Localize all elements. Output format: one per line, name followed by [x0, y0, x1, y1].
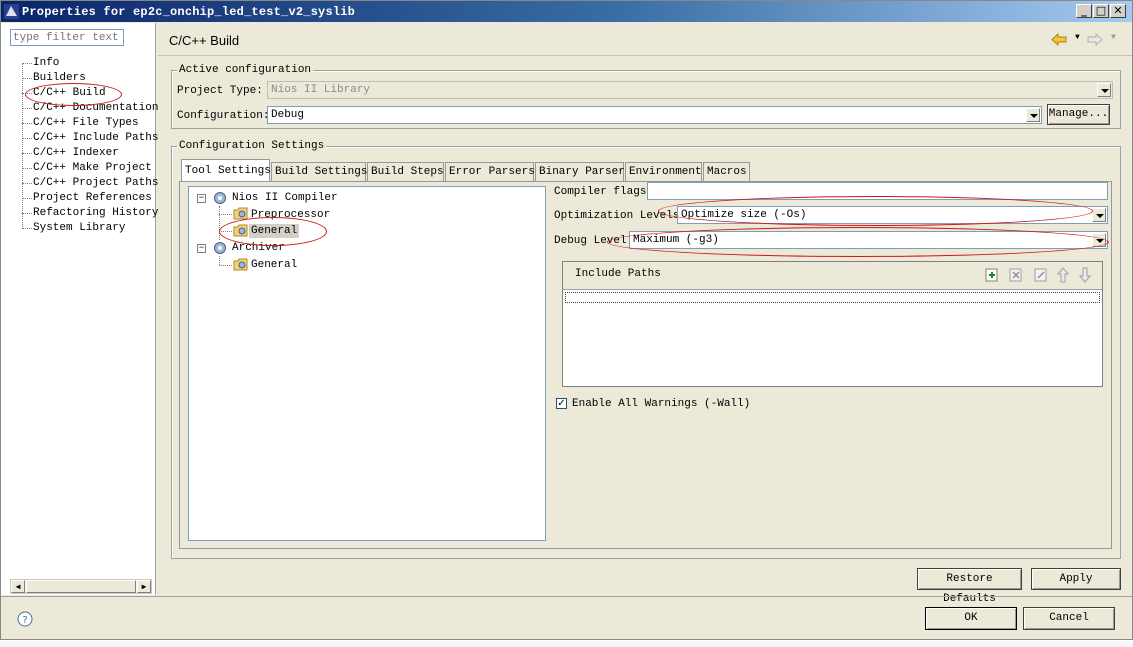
apply-button[interactable]: Apply [1031, 568, 1121, 590]
forward-arrow-icon[interactable] [1087, 33, 1103, 46]
add-icon[interactable] [985, 268, 999, 282]
project-type-combo[interactable]: Nios II Library [267, 81, 1113, 99]
close-button[interactable]: ✕ [1110, 4, 1126, 18]
configuration-value: Debug [271, 109, 305, 121]
annotation-oval-build [25, 83, 122, 106]
sidebar-item-c-c-file-types[interactable]: C/C++ File Types [33, 117, 139, 129]
chevron-down-icon[interactable] [1097, 83, 1111, 97]
restore-defaults-button[interactable]: Restore Defaults [917, 568, 1022, 605]
manage-button[interactable]: Manage... [1047, 104, 1110, 125]
tab-binary-parser[interactable]: Binary Parser [535, 162, 625, 181]
page-title: C/C++ Build [169, 33, 240, 48]
move-up-icon[interactable] [1057, 267, 1069, 283]
delete-icon[interactable] [1009, 268, 1023, 282]
maximize-button[interactable]: □ [1093, 4, 1109, 18]
include-paths-header: Include Paths [563, 262, 1102, 290]
enable-warnings-checkbox[interactable]: ✓ [556, 398, 567, 409]
back-arrow-icon[interactable] [1051, 33, 1067, 46]
active-configuration-label: Active configuration [177, 64, 314, 76]
cancel-button[interactable]: Cancel [1023, 607, 1115, 630]
ok-button[interactable]: OK [925, 607, 1017, 630]
sidebar-item-c-c-include-paths[interactable]: C/C++ Include Paths [33, 132, 158, 144]
sidebar: InfoBuildersC/C++ BuildC/C++ Documentati… [1, 23, 158, 595]
annotation-oval-debug-level [607, 227, 1109, 257]
gear-icon [214, 192, 226, 204]
sidebar-item-c-c-project-paths[interactable]: C/C++ Project Paths [33, 177, 158, 189]
desktop-strip [0, 641, 1133, 647]
sidebar-item-c-c-indexer[interactable]: C/C++ Indexer [33, 147, 119, 159]
sidebar-item-refactoring-history[interactable]: Refactoring History [33, 207, 158, 219]
chevron-down-icon[interactable] [1026, 108, 1040, 122]
sidebar-item-c-c-make-project[interactable]: C/C++ Make Project [33, 162, 152, 174]
back-dropdown-icon[interactable]: ▼ [1075, 33, 1080, 42]
tab-macros[interactable]: Macros [703, 162, 750, 181]
minimize-button[interactable]: _ [1076, 4, 1092, 18]
tab-error-parsers[interactable]: Error Parsers [445, 162, 535, 181]
window-title: Properties for ep2c_onchip_led_test_v2_s… [22, 5, 356, 19]
tab-build-steps[interactable]: Build Steps [367, 162, 444, 181]
tab-tool-settings[interactable]: Tool Settings [181, 159, 271, 182]
project-type-value: Nios II Library [271, 84, 371, 96]
properties-dialog: Properties for ep2c_onchip_led_test_v2_s… [0, 0, 1133, 640]
help-icon[interactable]: ? [17, 611, 33, 627]
tree-item-nios-compiler[interactable]: Nios II Compiler [232, 192, 338, 204]
tab-environment[interactable]: Environment [625, 162, 702, 181]
eclipse-app-icon [4, 4, 19, 19]
annotation-oval-optimization [658, 196, 1093, 226]
scroll-right-icon[interactable]: ▶ [137, 580, 151, 593]
move-down-icon[interactable] [1079, 267, 1091, 283]
include-paths-list-row[interactable] [565, 292, 1100, 303]
tab-build-settings[interactable]: Build Settings [271, 162, 367, 181]
svg-text:?: ? [22, 615, 27, 626]
edit-icon[interactable] [1034, 268, 1048, 282]
collapse-compiler-icon[interactable]: − [197, 194, 206, 203]
page-header: C/C++ Build ▼ ▼ [158, 23, 1132, 56]
enable-warnings-label: Enable All Warnings (-Wall) [572, 398, 751, 410]
footer-divider [1, 596, 1132, 597]
sidebar-item-system-library[interactable]: System Library [33, 222, 125, 234]
sidebar-item-project-references[interactable]: Project References [33, 192, 152, 204]
scroll-left-icon[interactable]: ◀ [11, 580, 25, 593]
sidebar-hscrollbar[interactable]: ◀ ▶ [10, 579, 152, 594]
project-type-label: Project Type: [177, 85, 263, 97]
gear-icon [214, 242, 226, 254]
tree-item-archiver-general[interactable]: General [251, 259, 297, 271]
forward-dropdown-icon[interactable]: ▼ [1111, 33, 1116, 42]
scroll-thumb[interactable] [26, 580, 136, 593]
compiler-flags-label: Compiler flags [554, 186, 647, 198]
configuration-label: Configuration: [177, 110, 270, 122]
sidebar-item-info[interactable]: Info [33, 57, 59, 69]
title-bar[interactable]: Properties for ep2c_onchip_led_test_v2_s… [1, 1, 1132, 22]
chevron-down-icon[interactable] [1092, 208, 1106, 222]
filter-input[interactable] [10, 29, 124, 46]
folder-gear-icon [233, 258, 248, 271]
configuration-settings-label: Configuration Settings [177, 140, 327, 152]
collapse-archiver-icon[interactable]: − [197, 244, 206, 253]
include-paths-panel: Include Paths [562, 261, 1103, 387]
include-paths-label: Include Paths [575, 268, 661, 280]
configuration-combo[interactable]: Debug [267, 106, 1042, 124]
annotation-oval-general [219, 217, 327, 246]
